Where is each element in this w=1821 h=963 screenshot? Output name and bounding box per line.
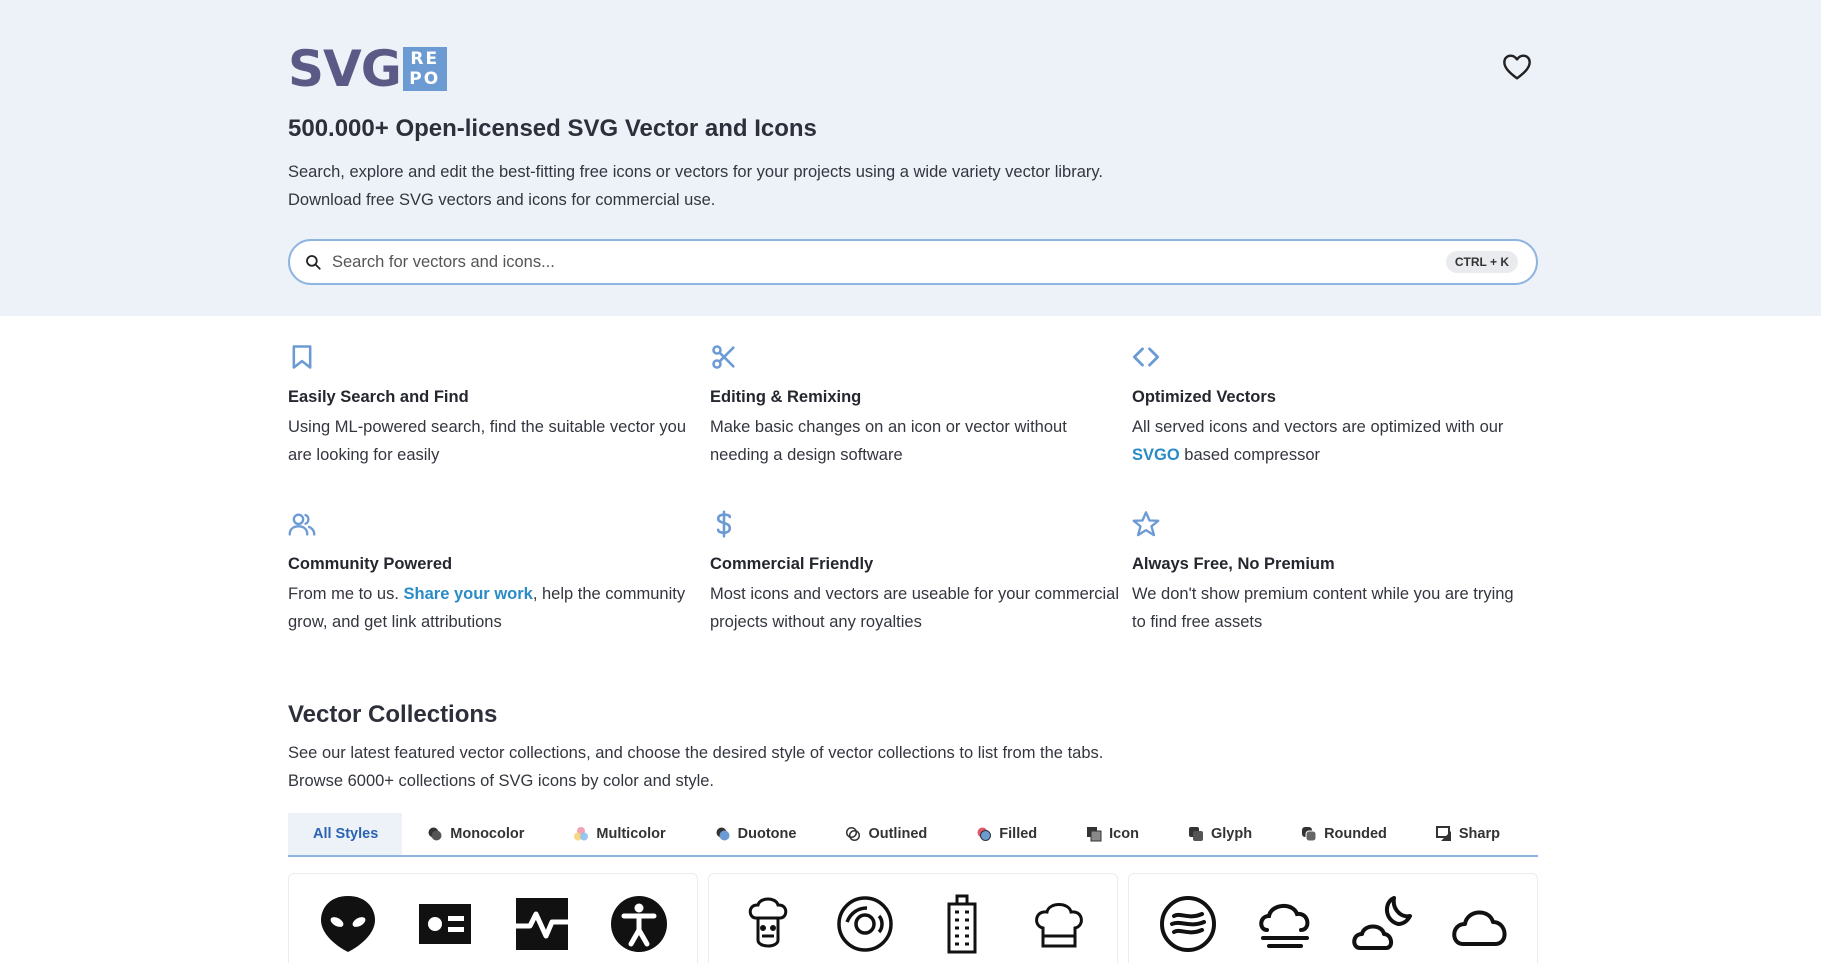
scissors-icon [712, 345, 735, 369]
dollar-icon [716, 510, 732, 538]
tab-rounded[interactable]: Rounded [1276, 813, 1411, 855]
tab-multicolor[interactable]: Multicolor [548, 813, 689, 855]
feature-text: Make basic changes on an icon or vector … [710, 418, 1067, 464]
collections-description: See our latest featured vector collectio… [288, 739, 1103, 795]
tab-monocolor[interactable]: Monocolor [402, 813, 548, 855]
search-input[interactable] [332, 252, 1446, 272]
fog-cloud-icon [1258, 904, 1309, 948]
feature-title: Commercial Friendly [710, 555, 874, 573]
monocolor-icon [428, 827, 442, 841]
cloud-icon [1451, 910, 1506, 946]
tab-sharp[interactable]: Sharp [1411, 813, 1524, 855]
tab-label: All Styles [313, 826, 379, 842]
bookmark-icon [292, 345, 312, 369]
feature-search: Easily Search and Find Using ML-powered … [288, 342, 710, 469]
page-title: 500.000+ Open-licensed SVG Vector and Ic… [288, 115, 817, 142]
tab-label: Sharp [1458, 826, 1500, 842]
style-tabs: All Styles Monocolor Multicolor Duotone … [288, 813, 1538, 857]
chef-icon [748, 897, 787, 948]
feature-title: Always Free, No Premium [1132, 555, 1335, 573]
tab-label: Monocolor [450, 826, 525, 842]
feature-text: From me to us. Share your work, help the… [288, 580, 710, 636]
hero-section: SVG RE PO 500.000+ Open-licensed SVG Vec… [0, 0, 1821, 316]
logo-text: SVG [288, 40, 402, 98]
activity-icon [515, 898, 568, 950]
search-bar[interactable]: CTRL + K [288, 239, 1538, 285]
logo-box: RE PO [402, 47, 447, 91]
hero-desc-line2: Download free SVG vectors and icons for … [288, 191, 716, 209]
feature-editing: Editing & Remixing Make basic changes on… [710, 342, 1132, 469]
users-icon [288, 513, 316, 536]
search-icon [306, 255, 321, 270]
feature-text: Most icons and vectors are useable for y… [710, 585, 1120, 631]
collection-card[interactable] [288, 873, 698, 963]
multicolor-icon [574, 827, 589, 841]
collections-title: Vector Collections [288, 701, 498, 728]
logo-box-line2: PO [409, 69, 441, 89]
logo[interactable]: SVG RE PO [288, 44, 447, 94]
collection-cards [288, 873, 1538, 963]
svgo-link[interactable]: SVGO [1132, 446, 1180, 464]
feature-title: Editing & Remixing [710, 388, 862, 406]
feature-title: Easily Search and Find [288, 388, 469, 406]
tab-label: Outlined [868, 826, 928, 842]
star-icon [1132, 511, 1160, 537]
features-grid: Easily Search and Find Using ML-powered … [288, 342, 1538, 636]
glyph-icon [1188, 827, 1203, 841]
heart-icon[interactable] [1500, 51, 1534, 83]
share-work-link[interactable]: Share your work [404, 585, 533, 603]
feature-text: We don't show premium content while you … [1132, 585, 1514, 631]
tab-label: Duotone [737, 826, 797, 842]
id-card-icon [418, 904, 471, 944]
tab-duotone[interactable]: Duotone [690, 813, 821, 855]
feature-community: Community Powered From me to us. Share y… [288, 509, 710, 636]
feature-text-part: based compressor [1179, 446, 1321, 464]
tab-label: Glyph [1210, 826, 1253, 842]
collections-desc-line2: Browse 6000+ collections of SVG icons by… [288, 772, 715, 790]
feature-text: All served icons and vectors are optimiz… [1132, 413, 1538, 469]
feature-commercial: Commercial Friendly Most icons and vecto… [710, 509, 1132, 636]
accessibility-icon [610, 896, 667, 952]
feature-title: Community Powered [288, 555, 453, 573]
tab-label: Icon [1109, 826, 1139, 842]
feature-text-part: From me to us. [288, 585, 404, 603]
outlined-icon [846, 826, 861, 842]
sharp-icon [1435, 826, 1451, 841]
rounded-icon [1302, 827, 1317, 842]
wind-circle-icon [1159, 896, 1216, 952]
alien-icon [320, 896, 375, 952]
filled-icon [977, 827, 992, 841]
tab-glyph[interactable]: Glyph [1163, 813, 1276, 855]
donut-icon [836, 896, 893, 952]
logo-box-line1: RE [410, 49, 440, 69]
chef-hat-icon [1034, 903, 1083, 948]
tab-label: Rounded [1324, 826, 1387, 842]
collection-card[interactable] [708, 873, 1118, 963]
feature-title: Optimized Vectors [1132, 388, 1276, 406]
icon-style-icon [1087, 827, 1102, 842]
hero-desc-line1: Search, explore and edit the best-fittin… [288, 163, 1103, 181]
collections-desc-line1: See our latest featured vector collectio… [288, 744, 1104, 762]
feature-text-part: All served icons and vectors are optimiz… [1132, 418, 1504, 436]
shortcut-badge: CTRL + K [1445, 251, 1518, 273]
tab-filled[interactable]: Filled [951, 813, 1061, 855]
feature-optimized: Optimized Vectors All served icons and v… [1132, 342, 1538, 469]
duotone-icon [716, 827, 730, 841]
code-icon [1132, 347, 1160, 367]
building-icon [947, 894, 976, 954]
feature-text: Using ML-powered search, find the suitab… [288, 418, 687, 464]
collection-card[interactable] [1128, 873, 1538, 963]
tab-outlined[interactable]: Outlined [820, 813, 951, 855]
feature-free: Always Free, No Premium We don't show pr… [1132, 509, 1538, 636]
tab-all-styles[interactable]: All Styles [288, 813, 403, 855]
tab-icon[interactable]: Icon [1061, 813, 1163, 855]
tab-label: Multicolor [596, 826, 666, 842]
tab-label: Filled [999, 826, 1038, 842]
moon-cloud-icon [1351, 896, 1412, 950]
hero-description: Search, explore and edit the best-fittin… [288, 158, 1103, 214]
